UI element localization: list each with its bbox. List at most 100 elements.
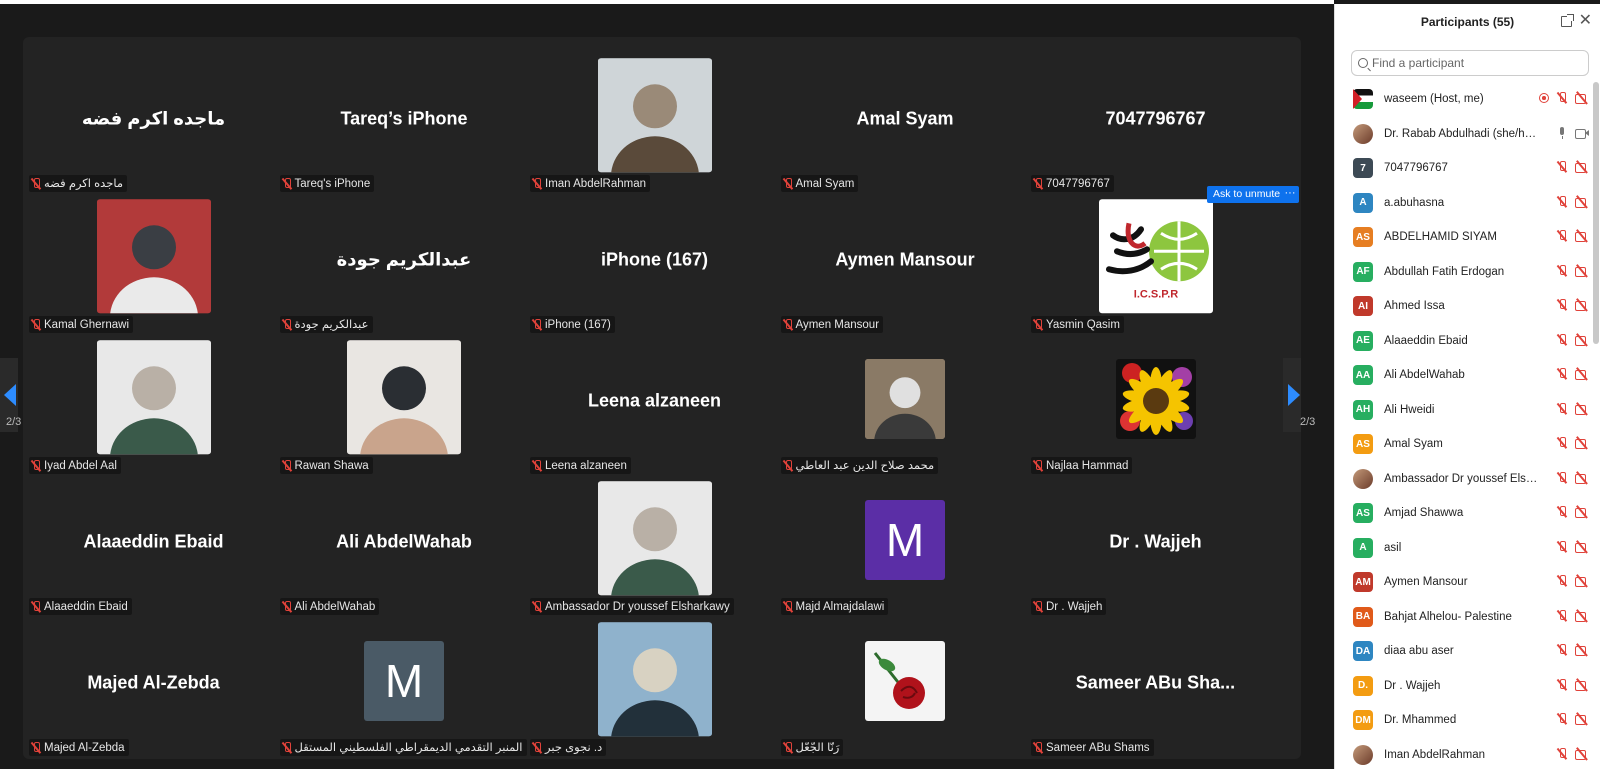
- participant-row[interactable]: AH Ali Hweidi: [1335, 393, 1591, 428]
- participant-status-icons: [1557, 540, 1589, 553]
- video-tile[interactable]: Iyad Abdel Aal: [26, 331, 281, 474]
- tile-nameplate: د. نجوى جبر: [530, 739, 607, 756]
- camera-off-icon: [1575, 438, 1589, 449]
- video-tile[interactable]: Ambassador Dr youssef Elsharkawy: [527, 472, 782, 615]
- participant-row[interactable]: AI Ahmed Issa: [1335, 289, 1591, 324]
- participant-avatar: [1353, 89, 1373, 110]
- mic-icon: [1557, 126, 1567, 139]
- mic-muted-icon: [1557, 609, 1567, 622]
- participant-status-icons: [1557, 126, 1589, 139]
- mic-muted-icon: [1033, 601, 1043, 613]
- participant-row[interactable]: AE Alaaeddin Ebaid: [1335, 324, 1591, 359]
- participant-avatar: AE: [1353, 330, 1373, 351]
- participant-row[interactable]: DA diaa abu aser: [1335, 634, 1591, 669]
- participant-name: Abdullah Fatih Erdogan: [1384, 265, 1505, 278]
- mic-muted-icon: [31, 460, 41, 472]
- gallery-view: ماجده اكرم فضه ماجده اكرم فضه Tareq’s iPho…: [23, 37, 1301, 759]
- participant-row[interactable]: DM Dr. Mhammed: [1335, 703, 1591, 738]
- camera-icon: [1575, 128, 1589, 139]
- participant-row[interactable]: AM Aymen Mansour: [1335, 565, 1591, 600]
- video-tile[interactable]: I.C.S.P.R Yasmin Qasim: [1028, 190, 1283, 333]
- participant-row[interactable]: BA Bahjat Alhelou- Palestine: [1335, 600, 1591, 635]
- close-panel-button[interactable]: ✕: [1579, 13, 1592, 29]
- participant-row[interactable]: AF Abdullah Fatih Erdogan: [1335, 255, 1591, 290]
- participant-status-icons: [1557, 437, 1589, 449]
- video-tile[interactable]: Sameer ABu Sha... Sameer ABu Shams: [1028, 613, 1283, 756]
- video-tile[interactable]: رَنّا الجّعّل: [778, 613, 1033, 756]
- participant-row[interactable]: AS ABDELHAMID SIYAM: [1335, 220, 1591, 255]
- participant-search-input[interactable]: [1372, 56, 1572, 70]
- video-tile[interactable]: محمد صلاح الدين عبد العاطي: [778, 331, 1033, 474]
- video-tile[interactable]: Tareq’s iPhone Tareq's iPhone: [277, 49, 532, 192]
- mic-muted-icon: [1557, 575, 1567, 587]
- mic-muted-icon: [783, 742, 793, 754]
- video-tile[interactable]: Aymen Mansour Aymen Mansour: [778, 190, 1033, 333]
- participant-list-scrollbar[interactable]: [1593, 82, 1599, 344]
- participant-avatar: D.: [1353, 675, 1373, 696]
- ask-to-unmute-button[interactable]: Ask to unmute: [1207, 186, 1287, 203]
- video-tile[interactable]: Rawan Shawa: [277, 331, 532, 474]
- mic-muted-icon: [1557, 540, 1567, 553]
- video-tile[interactable]: Najlaa Hammad: [1028, 331, 1283, 474]
- tile-participant-name: د. نجوى جبر: [545, 741, 603, 754]
- participant-avatar: DM: [1353, 710, 1373, 731]
- participant-row[interactable]: Ambassador Dr youssef Elshar...: [1335, 462, 1591, 497]
- video-tile[interactable]: عبدالكريم جودة عبدالكريم جودة: [277, 190, 532, 333]
- video-tile[interactable]: iPhone (167) iPhone (167): [527, 190, 782, 333]
- participant-name: Dr . Wajjeh: [1384, 679, 1441, 692]
- mic-muted-icon: [1033, 319, 1043, 331]
- video-tile[interactable]: M Majd Almajdalawi: [778, 472, 1033, 615]
- video-tile[interactable]: د. نجوى جبر: [527, 613, 782, 756]
- video-tile[interactable]: Dr . Wajjeh Dr . Wajjeh: [1028, 472, 1283, 615]
- participants-panel-title: Participants (55): [1420, 15, 1515, 29]
- participant-name: Dr. Rabab Abdulhadi (she/her),...: [1384, 127, 1542, 140]
- participant-row[interactable]: AA Ali AbdelWahab: [1335, 358, 1591, 393]
- video-tile[interactable]: Majed Al-Zebda Majed Al-Zebda: [26, 613, 281, 756]
- letter-avatar: M: [865, 499, 945, 580]
- participant-row[interactable]: Dr. Rabab Abdulhadi (she/her),...: [1335, 117, 1591, 152]
- mic-muted-icon: [1033, 178, 1043, 190]
- participant-row[interactable]: waseem (Host, me): [1335, 82, 1591, 117]
- camera-off-icon: [1575, 680, 1589, 691]
- participant-row[interactable]: D. Dr . Wajjeh: [1335, 669, 1591, 704]
- participant-search[interactable]: [1351, 50, 1589, 76]
- video-tile[interactable]: 7047796767 7047796767: [1028, 49, 1283, 192]
- tile-display-name: Majed Al-Zebda: [87, 671, 220, 692]
- participant-name: Ahmed Issa: [1384, 300, 1445, 313]
- popout-icon[interactable]: [1561, 14, 1574, 27]
- video-tile[interactable]: Amal Syam Amal Syam: [778, 49, 1033, 192]
- participant-row[interactable]: Iman AbdelRahman: [1335, 738, 1591, 769]
- mic-muted-icon: [532, 178, 542, 190]
- tile-display-name: Leena alzaneen: [587, 389, 722, 410]
- video-tile[interactable]: Iman AbdelRahman: [527, 49, 782, 192]
- participant-status-icons: [1557, 368, 1589, 380]
- next-page-button[interactable]: 2/3: [1283, 358, 1315, 432]
- participant-name: waseem (Host, me): [1384, 93, 1484, 106]
- mic-muted-icon: [1557, 437, 1567, 449]
- video-tile[interactable]: Kamal Ghernawi: [26, 190, 281, 333]
- svg-text:I.C.S.P.R: I.C.S.P.R: [1133, 288, 1177, 300]
- participant-status-icons: [1557, 299, 1589, 311]
- tile-display-name: Amal Syam: [856, 107, 954, 128]
- participants-panel: Participants (55) ✕ waseem (Host, me) Dr.…: [1334, 4, 1600, 769]
- participant-row[interactable]: 7 7047796767: [1335, 151, 1591, 186]
- participant-name: ABDELHAMID SIYAM: [1384, 231, 1497, 244]
- participant-row[interactable]: Aa.abuhasna: [1335, 186, 1591, 221]
- video-tile[interactable]: ماجده اكرم فضه ماجده اكرم فضه: [26, 49, 281, 192]
- chevron-left-icon: [4, 384, 16, 406]
- video-tile[interactable]: Ali AbdelWahab Ali AbdelWahab: [277, 472, 532, 615]
- video-tile[interactable]: Leena alzaneen Leena alzaneen: [527, 331, 782, 474]
- tile-more-options-button[interactable]: ···: [1281, 186, 1299, 203]
- participant-row[interactable]: Aasil: [1335, 531, 1591, 566]
- tile-nameplate: Sameer ABu Shams: [1031, 739, 1154, 756]
- video-tile[interactable]: Alaaeddin Ebaid Alaaeddin Ebaid: [26, 472, 281, 615]
- participant-row[interactable]: AS Amjad Shawwa: [1335, 496, 1591, 531]
- participant-avatar: A: [1353, 192, 1373, 213]
- mic-muted-icon: [1557, 333, 1567, 346]
- participant-status-icons: [1539, 92, 1589, 104]
- mic-muted-icon: [783, 178, 793, 190]
- participant-row[interactable]: AS Amal Syam: [1335, 427, 1591, 462]
- search-icon: [1358, 58, 1368, 68]
- video-tile[interactable]: M المنبر التقدمي الديمقراطي الفلسطيني الم…: [277, 613, 532, 756]
- previous-page-button[interactable]: 2/3: [0, 358, 21, 432]
